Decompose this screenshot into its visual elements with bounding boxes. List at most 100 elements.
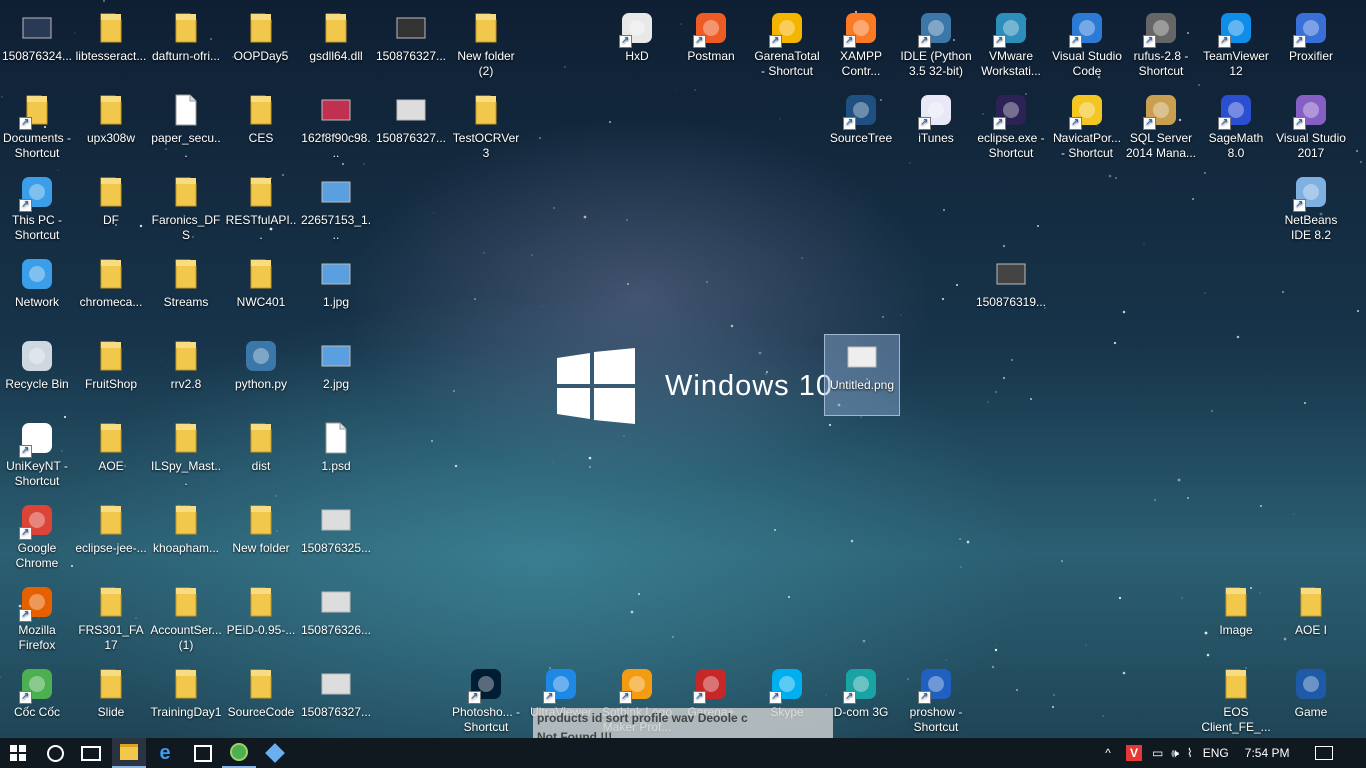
desktop-icon[interactable]: 1.psd: [299, 416, 373, 496]
desktop-icon[interactable]: GarenaTotal - Shortcut: [750, 6, 824, 86]
desktop-icon[interactable]: TeamViewer 12: [1199, 6, 1273, 86]
desktop-icon[interactable]: SQL Server 2014 Mana...: [1124, 88, 1198, 168]
unikey-tray-icon[interactable]: V: [1126, 745, 1142, 761]
taskbar-store[interactable]: [186, 738, 220, 768]
desktop-icon[interactable]: Photosho... - Shortcut: [449, 662, 523, 742]
desktop-icon[interactable]: Proxifier: [1274, 6, 1348, 86]
desktop-icon[interactable]: This PC - Shortcut: [0, 170, 74, 250]
desktop-icon[interactable]: TrainingDay1: [149, 662, 223, 742]
desktop-icon[interactable]: New folder (2): [449, 6, 523, 86]
desktop-icon[interactable]: 150876319...: [974, 252, 1048, 332]
desktop-icon[interactable]: Game: [1274, 662, 1348, 742]
desktop-icon[interactable]: 22657153_1...: [299, 170, 373, 250]
desktop-icon[interactable]: AccountSer... (1): [149, 580, 223, 660]
desktop-icon[interactable]: eclipse-jee-...: [74, 498, 148, 578]
desktop-icon[interactable]: Streams: [149, 252, 223, 332]
cortana-search-button[interactable]: [38, 738, 72, 768]
desktop-icon[interactable]: eclipse.exe - Shortcut: [974, 88, 1048, 168]
desktop-icon[interactable]: paper_secu...: [149, 88, 223, 168]
desktop-icon[interactable]: 150876327...: [374, 88, 448, 168]
desktop-icon[interactable]: rufus-2.8 - Shortcut: [1124, 6, 1198, 86]
desktop-icon[interactable]: NavicatPor... - Shortcut: [1050, 88, 1124, 168]
netbeans-icon: [1293, 174, 1329, 212]
desktop-icon[interactable]: Recycle Bin: [0, 334, 74, 414]
taskbar-file-explorer[interactable]: [112, 738, 146, 768]
python-icon: [243, 338, 279, 374]
volume-icon[interactable]: 🕪: [1171, 746, 1179, 761]
desktop-icon[interactable]: Network: [0, 252, 74, 332]
desktop-icon[interactable]: TestOCRVer3: [449, 88, 523, 168]
taskbar-edge[interactable]: e: [148, 738, 182, 768]
shortcut-arrow-icon: [1293, 197, 1306, 212]
notifications-icon[interactable]: [1315, 746, 1334, 760]
desktop-icon[interactable]: 150876325...: [299, 498, 373, 578]
desktop-icon[interactable]: HxD: [600, 6, 674, 86]
desktop-icon[interactable]: RESTfulAPI...: [224, 170, 298, 250]
desktop-icon[interactable]: 2.jpg: [299, 334, 373, 414]
desktop-icon[interactable]: PEiD-0.95-...: [224, 580, 298, 660]
desktop-icon[interactable]: VMware Workstati...: [974, 6, 1048, 86]
folder-icon: [93, 420, 129, 456]
desktop-icon[interactable]: IDLE (Python 3.5 32-bit): [899, 6, 973, 86]
desktop-icon[interactable]: NWC401: [224, 252, 298, 332]
desktop-icon[interactable]: proshow - Shortcut: [899, 662, 973, 742]
desktop-icon[interactable]: Documents - Shortcut: [0, 88, 74, 168]
desktop-icon[interactable]: FRS301_FA17: [74, 580, 148, 660]
desktop-icon[interactable]: New folder: [224, 498, 298, 578]
desktop-icon[interactable]: Untitled.png: [824, 334, 900, 416]
desktop-icon[interactable]: Visual Studio 2017: [1274, 88, 1348, 168]
desktop-icon[interactable]: DF: [74, 170, 148, 250]
desktop-icon[interactable]: AOE I: [1274, 580, 1348, 660]
desktop-icon[interactable]: OOPDay5: [224, 6, 298, 86]
taskbar-coccoc[interactable]: [222, 738, 256, 768]
desktop-icon[interactable]: ILSpy_Mast...: [149, 416, 223, 496]
desktop-icon[interactable]: python.py: [224, 334, 298, 414]
desktop-icon[interactable]: 150876327...: [299, 662, 373, 742]
desktop-icon[interactable]: iTunes: [899, 88, 973, 168]
folder-icon: [243, 92, 279, 128]
desktop-icon[interactable]: SourceCode: [224, 662, 298, 742]
desktop-icon[interactable]: 162f8f90c98...: [299, 88, 373, 168]
clock[interactable]: 7:54 PM: [1245, 746, 1290, 760]
task-view-button[interactable]: [74, 738, 108, 768]
start-button[interactable]: [0, 738, 36, 768]
desktop-icon[interactable]: Google Chrome: [0, 498, 74, 578]
desktop-icon[interactable]: SourceTree: [824, 88, 898, 168]
desktop-icon-label: Documents - Shortcut: [2, 131, 72, 160]
desktop-icon[interactable]: Faronics_DFS: [149, 170, 223, 250]
language-indicator[interactable]: ENG: [1203, 746, 1229, 760]
desktop-icon[interactable]: Mozilla Firefox: [0, 580, 74, 660]
desktop-icon[interactable]: libtesseract...: [74, 6, 148, 86]
network-tray-icon[interactable]: ▭: [1152, 746, 1163, 760]
desktop-icon[interactable]: XAMPP Contr...: [824, 6, 898, 86]
wifi-icon[interactable]: ⌇: [1187, 746, 1193, 760]
desktop-icon[interactable]: gsdll64.dll: [299, 6, 373, 86]
desktop-icon[interactable]: Cốc Cốc: [0, 662, 74, 742]
show-hidden-icons-button[interactable]: ^: [1100, 746, 1116, 760]
desktop-icon-label: CES: [248, 131, 274, 145]
desktop-icon[interactable]: FruitShop: [74, 334, 148, 414]
desktop-icon[interactable]: khoapham...: [149, 498, 223, 578]
desktop-icon[interactable]: 150876326...: [299, 580, 373, 660]
desktop-icon[interactable]: SageMath 8.0: [1199, 88, 1273, 168]
taskbar-cube-app[interactable]: [258, 738, 292, 768]
desktop-icon[interactable]: Postman: [674, 6, 748, 86]
desktop-icon[interactable]: UniKeyNT - Shortcut: [0, 416, 74, 496]
desktop-icon[interactable]: rrv2.8: [149, 334, 223, 414]
desktop-icon[interactable]: D-com 3G: [824, 662, 898, 742]
desktop-icon-label: 150876327...: [375, 131, 447, 145]
desktop-icon[interactable]: AOE: [74, 416, 148, 496]
desktop-icon[interactable]: dist: [224, 416, 298, 496]
desktop-icon[interactable]: CES: [224, 88, 298, 168]
desktop-icon[interactable]: Slide: [74, 662, 148, 742]
desktop-icon[interactable]: chromeca...: [74, 252, 148, 332]
desktop-icon[interactable]: EOS Client_FE_...: [1199, 662, 1273, 742]
desktop-icon[interactable]: Visual Studio Code: [1050, 6, 1124, 86]
desktop-icon[interactable]: upx308w: [74, 88, 148, 168]
desktop-icon[interactable]: 150876324...: [0, 6, 74, 86]
desktop-icon[interactable]: Image: [1199, 580, 1273, 660]
desktop-icon[interactable]: 1.jpg: [299, 252, 373, 332]
desktop-icon[interactable]: dafturn-ofri...: [149, 6, 223, 86]
desktop-icon[interactable]: 150876327...: [374, 6, 448, 86]
desktop-icon[interactable]: NetBeans IDE 8.2: [1274, 170, 1348, 250]
